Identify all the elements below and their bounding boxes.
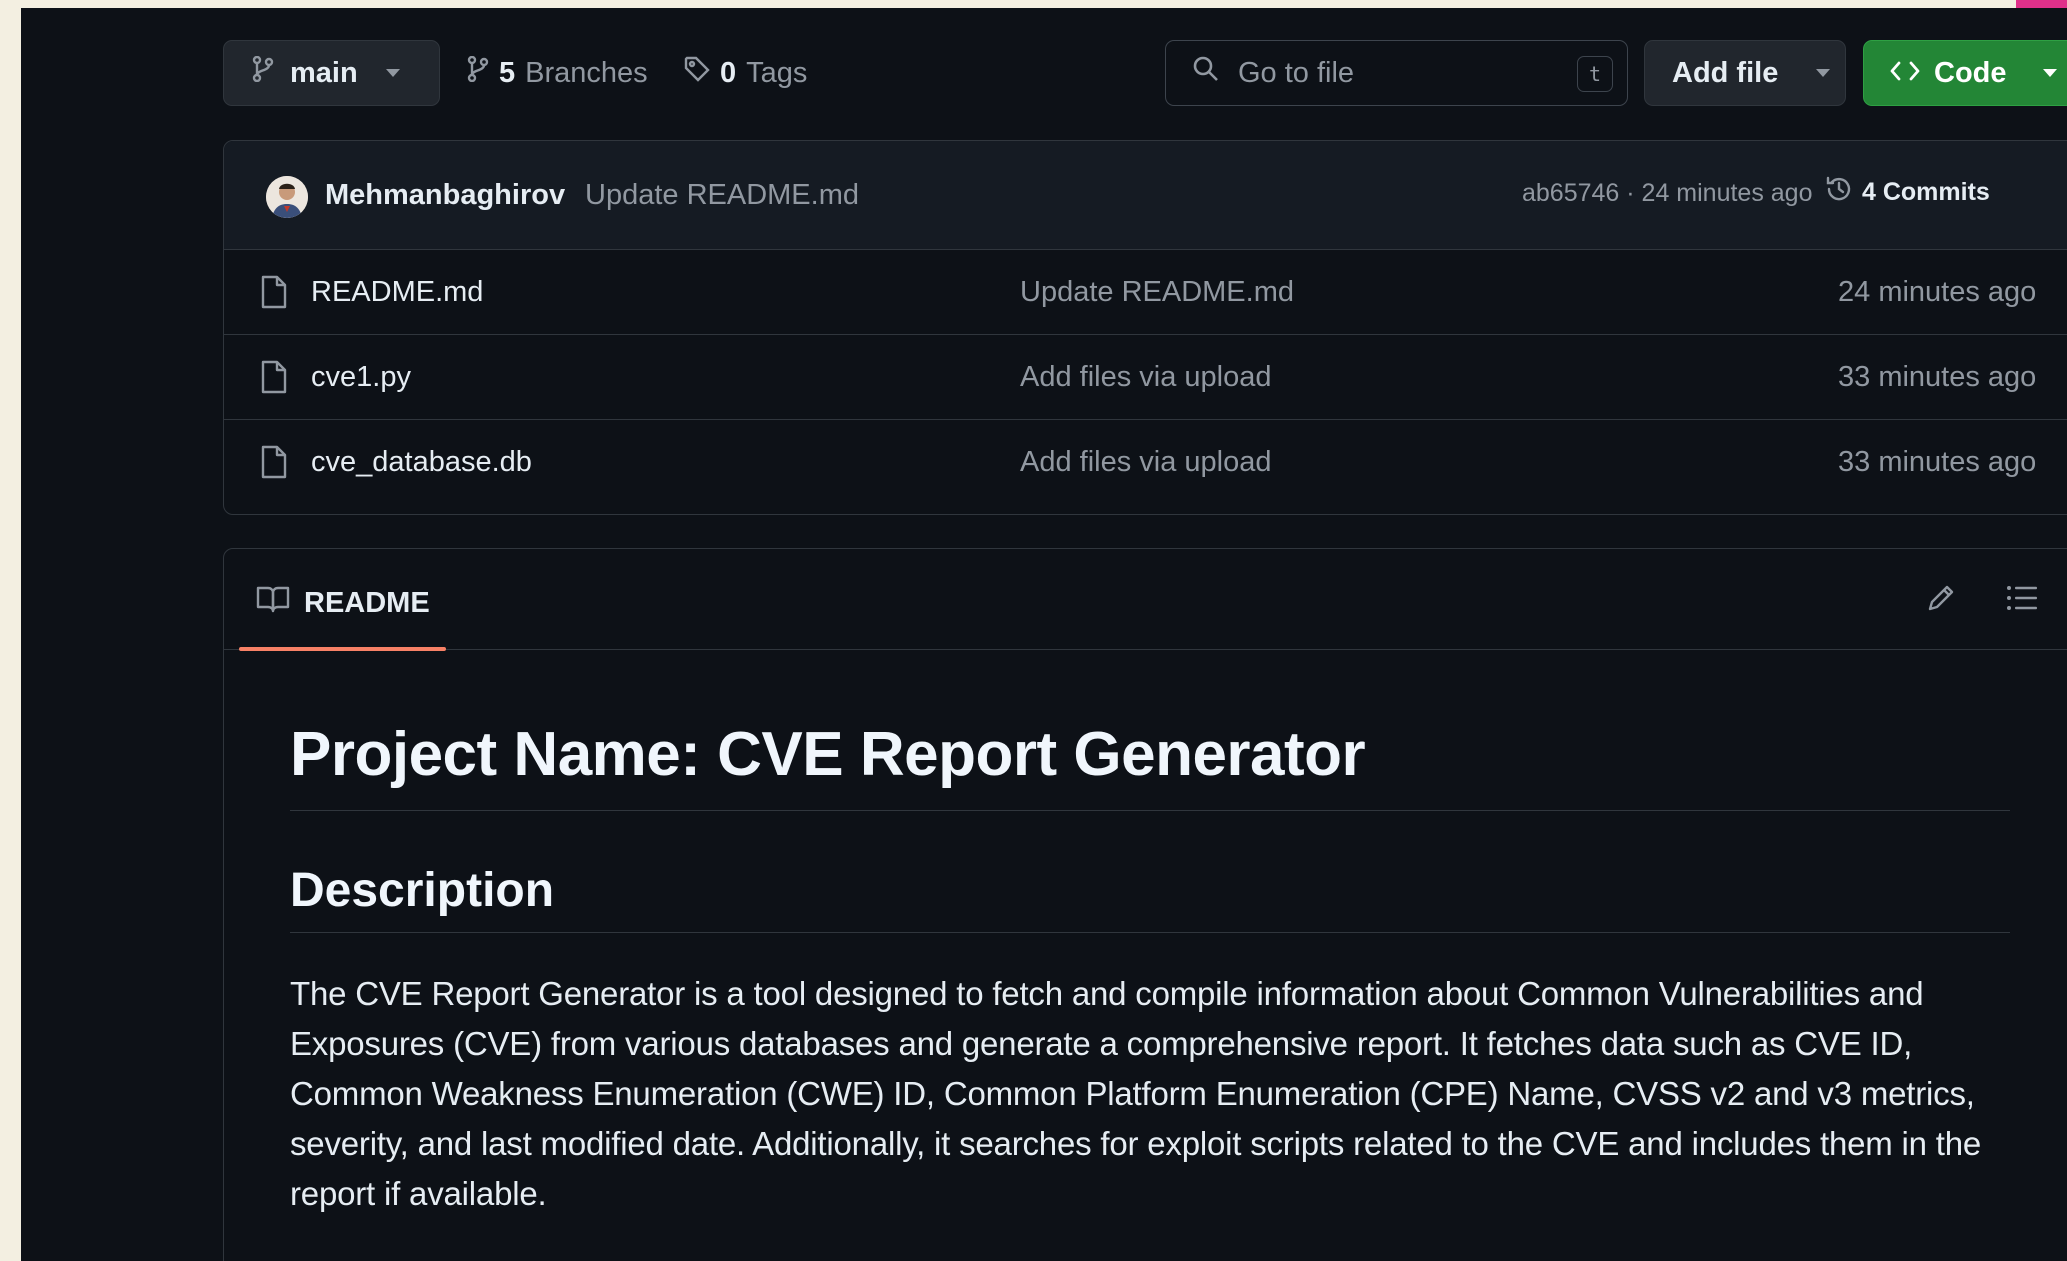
pencil-icon[interactable] (1926, 583, 1956, 618)
add-file-label: Add file (1672, 56, 1779, 89)
chevron-down-icon (2042, 69, 2057, 77)
tab-active-indicator (239, 646, 446, 651)
file-commit-message[interactable]: Add files via upload (1020, 361, 1272, 394)
chevron-down-icon (1816, 69, 1831, 77)
file-icon (261, 275, 287, 314)
readme-section-heading: Description (290, 863, 2010, 933)
latest-commit-bar: Mehmanbaghirov Update README.md ab65746 … (224, 141, 2067, 250)
repo-toolbar: main 5 Branches 0 Tags Go to file t Add … (223, 40, 2067, 106)
git-branch-icon (252, 55, 274, 90)
git-branch-icon (467, 55, 489, 90)
file-icon (261, 360, 287, 399)
file-row[interactable]: cve1.py Add files via upload 33 minutes … (224, 335, 2067, 420)
file-icon (261, 445, 287, 484)
tab-readme[interactable]: README (256, 585, 430, 621)
tag-icon (684, 56, 710, 90)
list-unordered-icon[interactable] (2006, 585, 2038, 616)
file-updated-time: 33 minutes ago (1838, 361, 2037, 393)
code-icon (1890, 57, 1920, 90)
tags-count: 0 (720, 56, 737, 89)
add-file-button[interactable]: Add file (1644, 40, 1846, 106)
file-updated-time: 24 minutes ago (1838, 276, 2037, 308)
branch-name: main (290, 56, 358, 89)
keyboard-shortcut-hint: t (1577, 56, 1613, 92)
history-icon (1824, 174, 1854, 211)
file-name-link[interactable]: cve1.py (311, 361, 411, 394)
file-row[interactable]: README.md Update README.md 24 minutes ag… (224, 250, 2067, 335)
chevron-down-icon (385, 69, 400, 77)
book-icon (256, 585, 290, 621)
file-name-link[interactable]: cve_database.db (311, 446, 532, 479)
code-label: Code (1934, 56, 2007, 89)
accent-corner (2016, 0, 2067, 8)
repo-viewport: main 5 Branches 0 Tags Go to file t Add … (21, 8, 2067, 1261)
readme-title: Project Name: CVE Report Generator (290, 719, 2010, 811)
commits-history-link[interactable]: 4 Commits (1824, 174, 1990, 211)
file-commit-message[interactable]: Add files via upload (1020, 446, 1272, 479)
commit-author-link[interactable]: Mehmanbaghirov (325, 179, 565, 212)
file-name-link[interactable]: README.md (311, 276, 483, 309)
file-commit-message[interactable]: Update README.md (1020, 276, 1294, 309)
file-table: Mehmanbaghirov Update README.md ab65746 … (223, 140, 2067, 515)
file-row[interactable]: cve_database.db Add files via upload 33 … (224, 420, 2067, 505)
search-icon (1192, 55, 1220, 91)
commit-message-link[interactable]: Update README.md (585, 179, 859, 212)
readme-content: Project Name: CVE Report Generator Descr… (290, 719, 2010, 1219)
file-updated-time: 33 minutes ago (1838, 446, 2037, 478)
go-to-file-input[interactable]: Go to file t (1165, 40, 1628, 106)
avatar[interactable] (266, 176, 308, 218)
commits-label: 4 Commits (1862, 178, 1990, 206)
code-button[interactable]: Code (1863, 40, 2067, 106)
search-placeholder: Go to file (1238, 56, 1355, 89)
readme-description: The CVE Report Generator is a tool desig… (290, 975, 1982, 1212)
tags-label: Tags (746, 56, 808, 89)
branches-label: Branches (525, 56, 648, 89)
branches-link[interactable]: 5 Branches (467, 40, 648, 106)
branches-count: 5 (499, 56, 516, 89)
commit-hash-time[interactable]: ab65746 · 24 minutes ago (1522, 179, 1813, 208)
readme-header: README (224, 549, 2067, 651)
readme-panel: README Project Name: CVE Report Generato… (223, 548, 2067, 1261)
readme-tab-label: README (304, 586, 430, 619)
branch-selector-button[interactable]: main (223, 40, 440, 106)
tags-link[interactable]: 0 Tags (684, 40, 807, 106)
